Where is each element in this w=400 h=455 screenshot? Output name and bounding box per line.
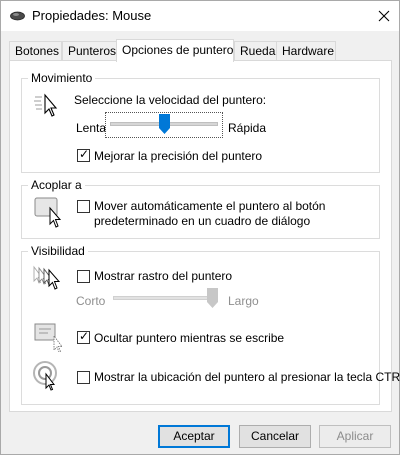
hide-while-typing-label[interactable]: Ocultar puntero mientras se escribe xyxy=(94,331,284,345)
long-label: Largo xyxy=(228,294,259,308)
slow-label: Lenta xyxy=(76,121,107,135)
snap-label-line2[interactable]: predeterminado en un cuadro de diálogo xyxy=(94,214,310,228)
pointer-trails-icon xyxy=(33,265,61,290)
pointer-speed-icon xyxy=(34,93,58,117)
snap-to-button-icon xyxy=(34,197,62,228)
trails-checkbox[interactable] xyxy=(77,270,90,283)
tab-strip: Botones Punteros Opciones de puntero Rue… xyxy=(9,39,389,62)
fast-label: Rápida xyxy=(228,121,267,135)
hide-while-typing-checkbox[interactable]: ✓ xyxy=(77,329,90,344)
speed-slider-thumb[interactable] xyxy=(158,114,170,134)
trail-length-slider-thumb xyxy=(207,288,218,308)
precision-checkbox[interactable]: ✓ xyxy=(77,147,90,162)
group-title-acoplar: Acoplar a xyxy=(28,178,85,192)
trail-length-slider-track xyxy=(113,296,218,300)
cancel-button[interactable]: Cancelar xyxy=(239,425,311,448)
speed-label: Seleccione la velocidad del puntero: xyxy=(74,93,267,107)
snap-label-line1[interactable]: Mover automáticamente el puntero al botó… xyxy=(94,199,325,213)
accept-button[interactable]: Aceptar xyxy=(158,425,230,448)
locate-pointer-ctrl-icon xyxy=(33,361,57,391)
group-title-visibilidad: Visibilidad xyxy=(28,244,88,258)
short-label: Corto xyxy=(76,294,106,308)
mouse-icon xyxy=(10,11,25,21)
tab-rueda[interactable]: Rueda xyxy=(234,41,277,61)
tab-opciones-de-puntero[interactable]: Opciones de puntero xyxy=(116,39,234,62)
tab-botones[interactable]: Botones xyxy=(9,41,62,61)
mouse-properties-window: Propiedades: Mouse Botones Punteros Opci… xyxy=(0,0,400,455)
close-button[interactable] xyxy=(373,5,395,27)
tab-punteros[interactable]: Punteros xyxy=(62,41,117,61)
precision-label[interactable]: Mejorar la precisión del puntero xyxy=(94,149,262,163)
hide-pointer-typing-icon xyxy=(34,323,63,352)
close-icon xyxy=(378,10,390,22)
tab-hardware[interactable]: Hardware xyxy=(276,41,336,61)
apply-button[interactable]: Aplicar xyxy=(319,425,391,448)
snap-checkbox[interactable] xyxy=(77,200,90,213)
ctrl-locate-checkbox[interactable] xyxy=(77,371,90,384)
hide-check-mark: ✓ xyxy=(79,329,90,343)
precision-check-mark: ✓ xyxy=(79,147,90,161)
title-bar: Propiedades: Mouse xyxy=(1,1,399,31)
tab-panel: Movimiento Seleccione la velocidad del p… xyxy=(9,60,400,412)
window-title: Propiedades: Mouse xyxy=(32,8,152,23)
ctrl-locate-label[interactable]: Mostrar la ubicación del puntero al pres… xyxy=(94,370,400,384)
trails-label[interactable]: Mostrar rastro del puntero xyxy=(94,269,232,283)
group-title-movimiento: Movimiento xyxy=(28,71,96,85)
